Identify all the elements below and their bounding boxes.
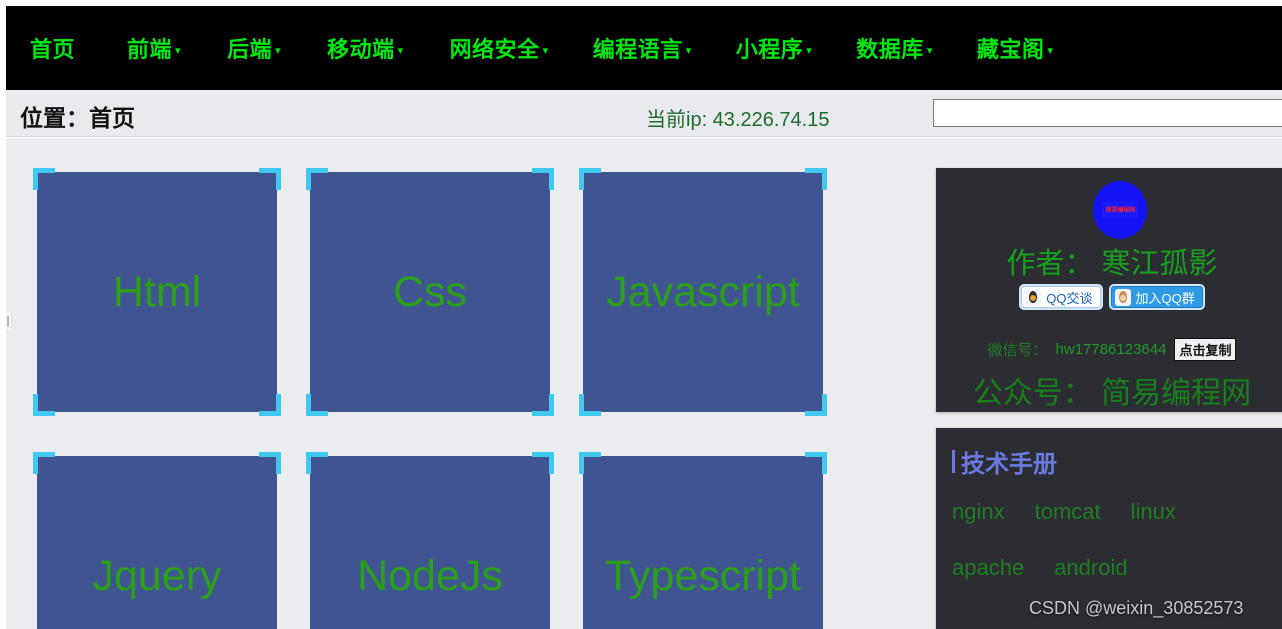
tech-tag-tomcat[interactable]: tomcat	[1035, 499, 1101, 525]
card-label: Typescript	[605, 551, 801, 600]
page-root: 首页 前端 ▾ 后端 ▾ 移动端 ▾ 网络安全 ▾ 编程语言 ▾ 小程序 ▾ 数…	[0, 0, 1282, 629]
tech-tag-apache[interactable]: apache	[952, 555, 1024, 581]
corner-bracket-icon	[306, 452, 328, 474]
qq-group-icon	[1114, 288, 1131, 306]
current-ip-text: 当前ip: 43.226.74.15	[646, 109, 830, 131]
qq-chat-label: QQ交谈	[1046, 290, 1093, 306]
tech-tag-nginx[interactable]: nginx	[952, 499, 1005, 525]
category-card-typescript[interactable]: Typescript	[579, 452, 827, 629]
qq-chat-button[interactable]: QQ交谈	[1021, 286, 1101, 308]
corner-bracket-icon	[259, 452, 281, 474]
corner-bracket-icon	[532, 394, 554, 416]
corner-bracket-icon	[805, 168, 827, 190]
nav-item-label: 小程序	[735, 37, 804, 62]
nav-item-programming-language[interactable]: 编程语言 ▾	[593, 32, 692, 64]
card-row: Html Css Javascript	[33, 168, 847, 416]
copy-button[interactable]: 点击复制	[1174, 338, 1237, 361]
category-card-css[interactable]: Css	[306, 168, 554, 416]
nav-item-label: 数据库	[856, 37, 924, 62]
avatar-text: 简易编程网	[1105, 207, 1135, 214]
card-label: Jquery	[92, 551, 222, 600]
nav-item-home[interactable]: 首页	[30, 32, 75, 64]
corner-bracket-icon	[805, 394, 827, 416]
chevron-down-icon: ▾	[926, 45, 933, 57]
card-label: Javascript	[606, 267, 800, 316]
card-label: Html	[112, 267, 202, 316]
nav-item-label: 网络安全	[449, 37, 540, 62]
main-navigation: 首页 前端 ▾ 后端 ▾ 移动端 ▾ 网络安全 ▾ 编程语言 ▾ 小程序 ▾ 数…	[6, 6, 1282, 90]
author-card: 简易编程网 作者： 寒江孤影 QQ交谈 加入QQ群 微信号： hw1778612…	[936, 168, 1282, 412]
card-row: Jquery NodeJs Typescript	[33, 452, 847, 629]
chevron-down-icon: ▾	[175, 45, 182, 57]
nav-item-network-security[interactable]: 网络安全 ▾	[450, 32, 549, 64]
nav-item-label: 编程语言	[592, 37, 683, 62]
nav-item-frontend[interactable]: 前端 ▾	[127, 32, 181, 64]
tech-manual-tag-row: apache android	[952, 555, 1282, 581]
nav-item-label: 移动端	[327, 37, 395, 62]
chevron-down-icon: ▾	[806, 45, 813, 57]
chevron-down-icon: ▾	[685, 45, 692, 57]
corner-bracket-icon	[579, 394, 601, 416]
sidebar-collapse-handle[interactable]	[6, 310, 12, 332]
corner-bracket-icon	[259, 394, 281, 416]
nav-item-label: 首页	[30, 37, 76, 62]
nav-item-database[interactable]: 数据库 ▾	[856, 32, 933, 64]
corner-bracket-icon	[306, 168, 328, 190]
nav-item-label: 后端	[227, 37, 273, 62]
corner-bracket-icon	[33, 394, 55, 416]
corner-bracket-icon	[33, 452, 55, 474]
tech-tag-android[interactable]: android	[1054, 555, 1127, 581]
corner-bracket-icon	[306, 394, 328, 416]
nav-item-miniprogram[interactable]: 小程序 ▾	[736, 32, 813, 64]
qq-group-button[interactable]: 加入QQ群	[1110, 286, 1203, 308]
tech-manual-tag-row: nginx tomcat linux	[952, 499, 1282, 525]
nav-item-mobile[interactable]: 移动端 ▾	[327, 32, 404, 64]
avatar-plate: 简易编程网	[1102, 202, 1138, 218]
corner-bracket-icon	[259, 168, 281, 190]
corner-bracket-icon	[532, 168, 554, 190]
title-accent-bar	[952, 450, 955, 473]
corner-bracket-icon	[33, 168, 55, 190]
chevron-down-icon: ▾	[397, 45, 404, 57]
category-card-jquery[interactable]: Jquery	[33, 452, 281, 629]
qq-penguin-icon	[1025, 288, 1042, 306]
right-sidebar: 简易编程网 作者： 寒江孤影 QQ交谈 加入QQ群 微信号： hw1778612…	[936, 138, 1282, 629]
qq-button-row: QQ交谈 加入QQ群	[936, 286, 1282, 308]
avatar: 简易编程网	[1093, 181, 1147, 239]
breadcrumb: 位置：首页	[20, 105, 135, 131]
chevron-down-icon: ▾	[275, 45, 282, 57]
category-card-html[interactable]: Html	[33, 168, 281, 416]
qq-group-label: 加入QQ群	[1135, 290, 1195, 306]
wechat-number: hw17786123644	[1055, 341, 1167, 358]
nav-item-label: 藏宝阁	[976, 37, 1045, 62]
corner-bracket-icon	[805, 452, 827, 474]
corner-bracket-icon	[532, 452, 554, 474]
corner-bracket-icon	[579, 452, 601, 474]
author-name: 作者： 寒江孤影	[1006, 248, 1218, 280]
card-label: NodeJs	[357, 551, 503, 600]
tech-manual-title: 技术手册	[952, 444, 1282, 479]
chevron-down-icon: ▾	[542, 45, 549, 57]
category-card-javascript[interactable]: Javascript	[579, 168, 827, 416]
nav-item-treasure[interactable]: 藏宝阁 ▾	[977, 32, 1054, 64]
tech-tag-linux[interactable]: linux	[1131, 499, 1176, 525]
card-label: Css	[392, 267, 468, 316]
tech-manual-card: 技术手册 nginx tomcat linux apache android	[936, 428, 1282, 629]
category-card-grid: Html Css Javascript Jquery NodeJs Typesc…	[33, 168, 847, 629]
category-card-nodejs[interactable]: NodeJs	[306, 452, 554, 629]
search-input[interactable]	[933, 99, 1282, 127]
official-account-line: 公众号： 简易编程网	[972, 377, 1252, 410]
wechat-label: 微信号：	[987, 342, 1048, 359]
tech-manual-title-label: 技术手册	[961, 451, 1057, 478]
nav-item-backend[interactable]: 后端 ▾	[227, 32, 281, 64]
chevron-down-icon: ▾	[1047, 45, 1054, 57]
page-body: Html Css Javascript Jquery NodeJs Typesc…	[6, 138, 1282, 629]
nav-item-label: 前端	[127, 37, 173, 62]
wechat-row: 微信号： hw17786123644 点击复制	[936, 338, 1282, 361]
corner-bracket-icon	[579, 168, 601, 190]
